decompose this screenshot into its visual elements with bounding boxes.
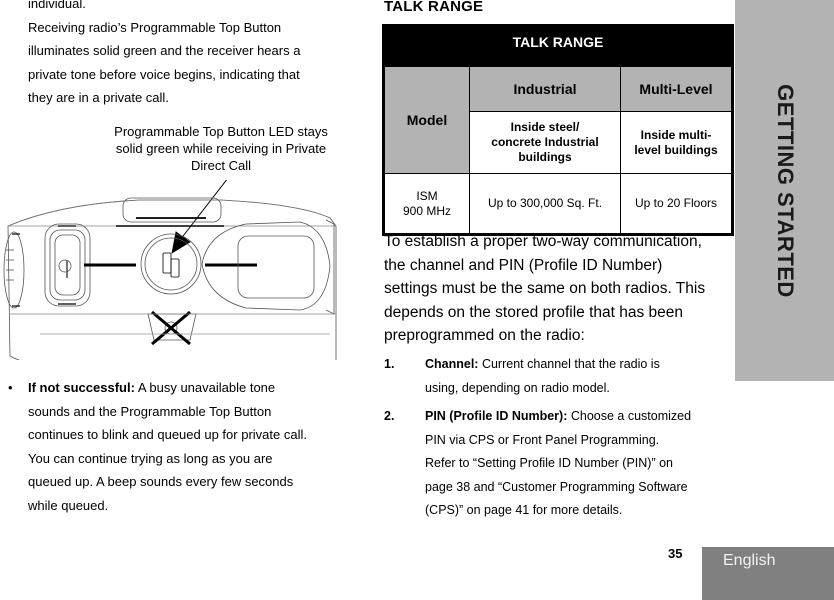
talk-range-table: TALK RANGE Model Industrial Multi-Level … xyxy=(382,24,734,236)
text-line: illuminates solid green and the receiver… xyxy=(28,43,301,58)
text-line: private tone before voice begins, indica… xyxy=(28,66,300,82)
text-line: sounds and the Programmable Top Button xyxy=(28,403,272,419)
text-line: PIN (Profile ID Number): Choose a custom… xyxy=(384,405,729,429)
item-text: Current channel that the radio is xyxy=(478,357,660,371)
desc-line: Inside steel/ xyxy=(510,120,580,134)
category-industrial: Industrial xyxy=(469,66,621,112)
page-number: 35 xyxy=(668,546,683,561)
category-multi-level: Multi-Level xyxy=(619,66,734,112)
radio-top-view-illustration xyxy=(3,180,337,360)
text-line: To establish a proper two-way communicat… xyxy=(384,233,702,250)
text-line: If not successful: A busy unavailable to… xyxy=(28,376,358,400)
text-line: queued up. A beep sounds every few secon… xyxy=(28,474,294,489)
description-industrial: Inside steel/ concrete Industrial buildi… xyxy=(469,111,621,174)
model-line: ISM xyxy=(416,188,438,203)
bullet-label: If not successful: xyxy=(28,380,135,395)
text-line: You can continue trying as long as you a… xyxy=(28,450,273,466)
text-line: Receiving radio’s Programmable Top Butto… xyxy=(28,19,282,35)
multi-level-range-cell: Up to 20 Floors xyxy=(619,173,734,235)
caption-line: Direct Call xyxy=(191,158,251,173)
model-cell: ISM 900 MHz xyxy=(383,173,470,235)
desc-line: level buildings xyxy=(634,142,718,157)
text-line: individual. xyxy=(28,0,86,11)
table-row: ISM 900 MHz Up to 300,000 Sq. Ft. Up to … xyxy=(383,173,734,235)
chapter-label: GETTING STARTED xyxy=(772,83,798,298)
bullet-marker: • xyxy=(8,380,13,395)
text-line: Channel: Current channel that the radio … xyxy=(384,353,729,377)
antenna-marker-icon xyxy=(147,310,197,346)
text-line: Refer to “Setting Profile ID Number (PIN… xyxy=(425,456,673,470)
text-line: they are in a private call. xyxy=(28,90,169,105)
item-number: 2. xyxy=(384,409,395,423)
model-line: 900 MHz xyxy=(402,203,452,218)
description-multi-level: Inside multi- level buildings xyxy=(619,111,734,174)
language-tab: English xyxy=(702,547,834,600)
model-header: Model xyxy=(383,66,470,174)
desc-line: concrete Industrial xyxy=(491,135,599,149)
desc-line: buildings xyxy=(518,150,572,164)
industrial-range-cell: Up to 300,000 Sq. Ft. xyxy=(469,173,621,235)
item-number: 1. xyxy=(384,357,395,371)
table-title: TALK RANGE xyxy=(383,25,733,67)
desc-line: Inside multi- xyxy=(640,127,712,142)
text-line: preprogrammed on the radio: xyxy=(384,327,585,344)
item-label: PIN (Profile ID Number): xyxy=(425,409,568,423)
chapter-side-tab: GETTING STARTED xyxy=(735,0,834,381)
bullet-item-not-successful: • If not successful: A busy unavailable … xyxy=(8,376,358,517)
communication-paragraph: To establish a proper two-way communicat… xyxy=(384,230,734,348)
text-line: settings must be the same on both radios… xyxy=(384,280,706,297)
caption-line: Programmable Top Button LED stays xyxy=(114,124,328,139)
section-heading: TALK RANGE xyxy=(384,0,484,15)
intro-paragraph: individual. Receiving radio’s Programmab… xyxy=(28,0,358,110)
text-line: depends on the stored profile that has b… xyxy=(384,303,684,321)
figure-caption: Programmable Top Button LED stays solid … xyxy=(96,123,346,174)
numbered-item-channel: 1. Channel: Current channel that the rad… xyxy=(384,353,729,400)
text-line: page 38 and “Customer Programming Softwa… xyxy=(425,479,688,494)
text-line: while queued. xyxy=(28,497,109,513)
item-label: Channel: xyxy=(425,357,479,371)
power-button-icon xyxy=(44,223,91,307)
numbered-item-pin: 2. PIN (Profile ID Number): Choose a cus… xyxy=(384,405,729,523)
table-header-row: Model Industrial Multi-Level xyxy=(383,66,734,174)
text-line: using, depending on radio model. xyxy=(425,380,610,395)
caption-line: solid green while receiving in Private xyxy=(115,141,327,156)
table-title-row: TALK RANGE xyxy=(383,25,733,67)
programmable-top-button-icon xyxy=(140,233,202,295)
text-line: PIN via CPS or Front Panel Programming. xyxy=(425,432,660,447)
language-label: English xyxy=(723,552,776,569)
bullet-text: A busy unavailable tone xyxy=(134,380,276,395)
text-line: (CPS)” on page 41 for more details. xyxy=(425,503,623,517)
callout-arrowhead xyxy=(171,231,191,254)
text-line: the channel and PIN (Profile ID Number) xyxy=(384,256,663,274)
item-text: Choose a customized xyxy=(567,409,692,423)
text-line: continues to blink and queued up for pri… xyxy=(28,427,307,442)
